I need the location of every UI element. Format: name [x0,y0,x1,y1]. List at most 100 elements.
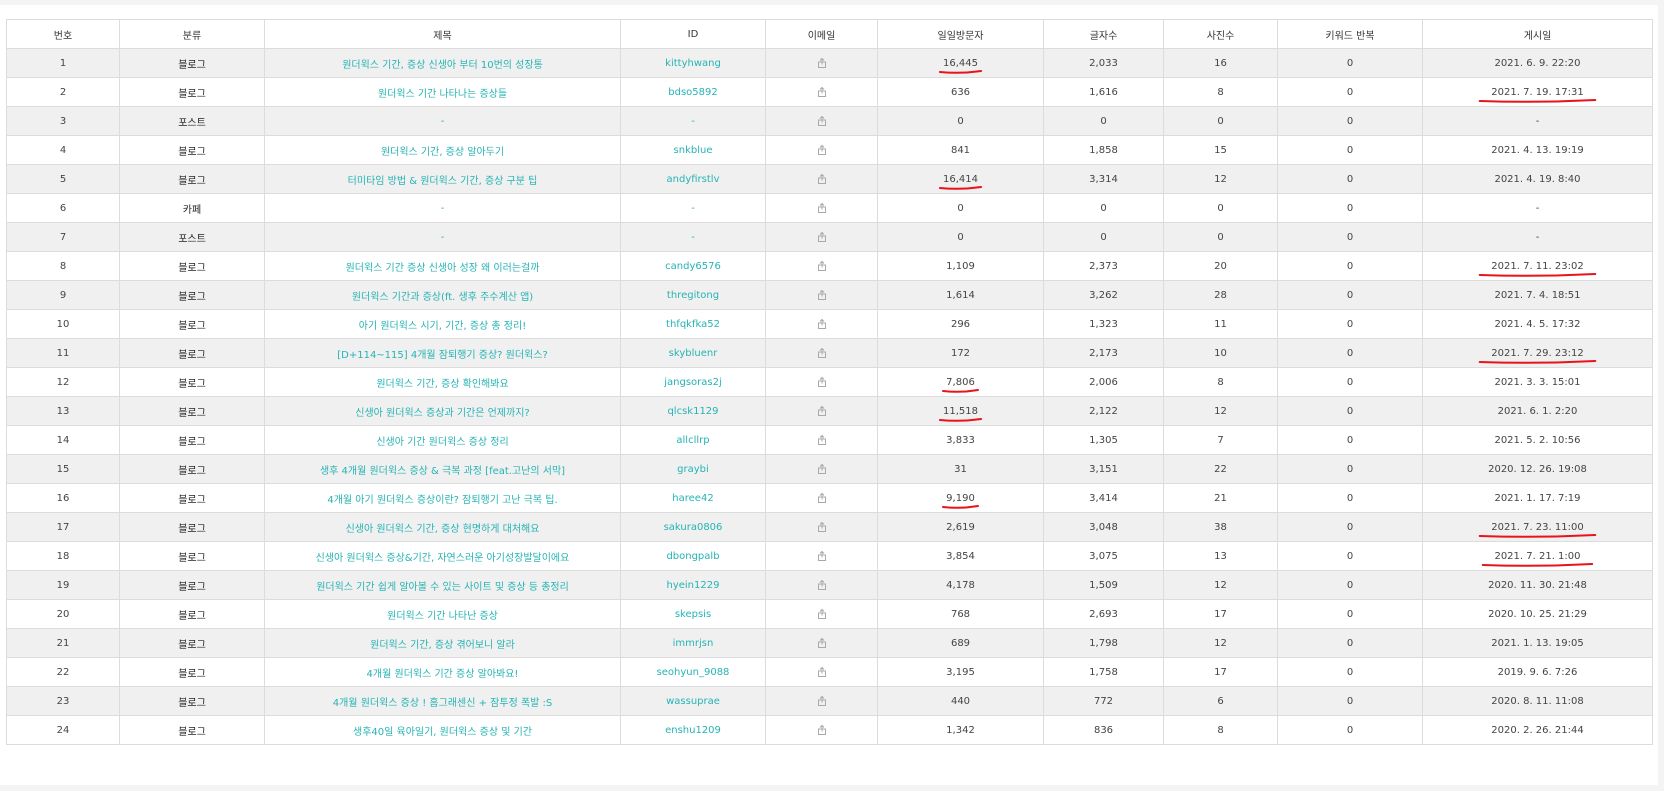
cell-id-link[interactable]: allcllrp [620,425,766,455]
cell-title-link[interactable]: 터미타임 방법 & 원더윅스 기간, 증상 구분 팁 [264,164,621,194]
cell-id-link[interactable]: seohyun_9088 [620,657,766,687]
cell-id-link[interactable]: wassuprae [620,686,766,716]
share-icon[interactable] [816,666,828,678]
cell-id-link[interactable]: - [620,193,766,223]
cell-daily-visitors: 11,518 [877,396,1044,426]
cell-id-link[interactable]: kittyhwang [620,48,766,78]
cell-id-link[interactable]: thfqkfka52 [620,309,766,339]
cell-title-link[interactable]: 원더윅스 기간, 증상 신생아 부터 10번의 성장통 [264,48,621,78]
cell-email [765,628,878,658]
cell-id-link[interactable]: andyfirstlv [620,164,766,194]
header-keyword-repeat[interactable]: 키워드 반복 [1277,19,1423,49]
share-icon[interactable] [816,347,828,359]
share-icon[interactable] [816,260,828,272]
share-icon[interactable] [816,579,828,591]
header-category[interactable]: 분류 [119,19,265,49]
cell-title-link[interactable]: 원더윅스 기간 나타나는 증상들 [264,77,621,107]
share-icon[interactable] [816,463,828,475]
cell-photo-count: 12 [1163,396,1278,426]
share-icon[interactable] [816,289,828,301]
share-icon[interactable] [816,231,828,243]
share-icon[interactable] [816,405,828,417]
cell-title-link[interactable]: 신생아 원더윅스 증상&기간, 자연스러운 아기성장발달이에요 [264,541,621,571]
cell-id-link[interactable]: candy6576 [620,251,766,281]
cell-id-link[interactable]: dbongpalb [620,541,766,571]
cell-id-link[interactable]: hyein1229 [620,570,766,600]
cell-id-link[interactable]: qlcsk1129 [620,396,766,426]
cell-number: 3 [6,106,120,136]
share-icon[interactable] [816,608,828,620]
share-icon[interactable] [816,202,828,214]
header-char-count[interactable]: 글자수 [1043,19,1164,49]
cell-id-link[interactable]: sakura0806 [620,512,766,542]
share-icon[interactable] [816,521,828,533]
cell-title-link[interactable]: 원더윅스 기간, 증상 확인해봐요 [264,367,621,397]
table-row: 12 블로그 원더윅스 기간, 증상 확인해봐요 jangsoras2j 7,8… [6,367,1653,397]
cell-title-link[interactable]: 신생아 원더윅스 기간, 증상 현명하게 대처해요 [264,512,621,542]
header-title[interactable]: 제목 [264,19,621,49]
cell-title-link[interactable]: 원더윅스 기간과 증상(ft. 생후 주수계산 앱) [264,280,621,310]
cell-category: 블로그 [119,512,265,542]
share-icon[interactable] [816,724,828,736]
cell-title-link[interactable]: 4개월 원더윅스 기간 증상 알아봐요! [264,657,621,687]
cell-title-link[interactable]: 생후 4개월 원더윅스 증상 & 극복 과정 [feat.고난의 서막] [264,454,621,484]
cell-email [765,512,878,542]
cell-title-link[interactable]: [D+114~115] 4개월 잠퇴행기 증상? 원더윅스? [264,338,621,368]
cell-title-link[interactable]: - [264,106,621,136]
cell-id-link[interactable]: haree42 [620,483,766,513]
share-icon[interactable] [816,695,828,707]
cell-id-link[interactable]: immrjsn [620,628,766,658]
cell-id-link[interactable]: - [620,106,766,136]
cell-title-link[interactable]: 원더윅스 기간 쉽게 알아볼 수 있는 사이트 및 증상 등 총정리 [264,570,621,600]
cell-email [765,135,878,165]
share-icon[interactable] [816,144,828,156]
cell-daily-visitors: 0 [877,106,1044,136]
header-number[interactable]: 번호 [6,19,120,49]
share-icon[interactable] [816,637,828,649]
cell-daily-visitors: 689 [877,628,1044,658]
cell-number: 2 [6,77,120,107]
cell-title-link[interactable]: 원더윅스 기간 나타난 증상 [264,599,621,629]
share-icon[interactable] [816,57,828,69]
cell-id-link[interactable]: - [620,222,766,252]
cell-email [765,193,878,223]
cell-id-link[interactable]: skepsis [620,599,766,629]
cell-title-link[interactable]: - [264,222,621,252]
cell-daily-visitors: 172 [877,338,1044,368]
cell-title-link[interactable]: 원더윅스 기간, 증상 알아두기 [264,135,621,165]
cell-title-link[interactable]: 원더윅스 기간 증상 신생아 성장 왜 이러는걸까 [264,251,621,281]
share-icon[interactable] [816,86,828,98]
header-photo-count[interactable]: 사진수 [1163,19,1278,49]
cell-char-count: 2,373 [1043,251,1164,281]
share-icon[interactable] [816,318,828,330]
cell-title-link[interactable]: 생후40일 육아일기, 원더윅스 증상 및 기간 [264,715,621,745]
cell-id-link[interactable]: jangsoras2j [620,367,766,397]
cell-id-link[interactable]: snkblue [620,135,766,165]
cell-title-link[interactable]: 신생아 기간 원더윅스 증상 정리 [264,425,621,455]
share-icon[interactable] [816,550,828,562]
cell-id-link[interactable]: graybi [620,454,766,484]
header-post-date[interactable]: 게시일 [1422,19,1653,49]
share-icon[interactable] [816,492,828,504]
cell-photo-count: 15 [1163,135,1278,165]
share-icon[interactable] [816,376,828,388]
share-icon[interactable] [816,173,828,185]
cell-id-link[interactable]: thregitong [620,280,766,310]
share-icon[interactable] [816,115,828,127]
header-id[interactable]: ID [620,19,766,49]
cell-title-link[interactable]: 원더윅스 기간, 증상 겪어보니 알라 [264,628,621,658]
cell-title-link[interactable]: 4개월 원더윅스 증상 ! 홈그래센신 + 잠투정 폭발 :S [264,686,621,716]
cell-post-date: 2020. 10. 25. 21:29 [1422,599,1653,629]
cell-title-link[interactable]: 아기 원더윅스 시기, 기간, 증상 총 정리! [264,309,621,339]
share-icon[interactable] [816,434,828,446]
cell-id-link[interactable]: bdso5892 [620,77,766,107]
cell-title-link[interactable]: - [264,193,621,223]
cell-title-link[interactable]: 4개월 아기 원더윅스 증상이란? 잠퇴행기 고난 극복 팁. [264,483,621,513]
cell-email [765,715,878,745]
header-daily-visitors[interactable]: 일일방문자 [877,19,1044,49]
header-email[interactable]: 이메일 [765,19,878,49]
cell-email [765,541,878,571]
cell-title-link[interactable]: 신생아 원더윅스 증상과 기간은 언제까지? [264,396,621,426]
cell-id-link[interactable]: enshu1209 [620,715,766,745]
cell-id-link[interactable]: skybluenr [620,338,766,368]
